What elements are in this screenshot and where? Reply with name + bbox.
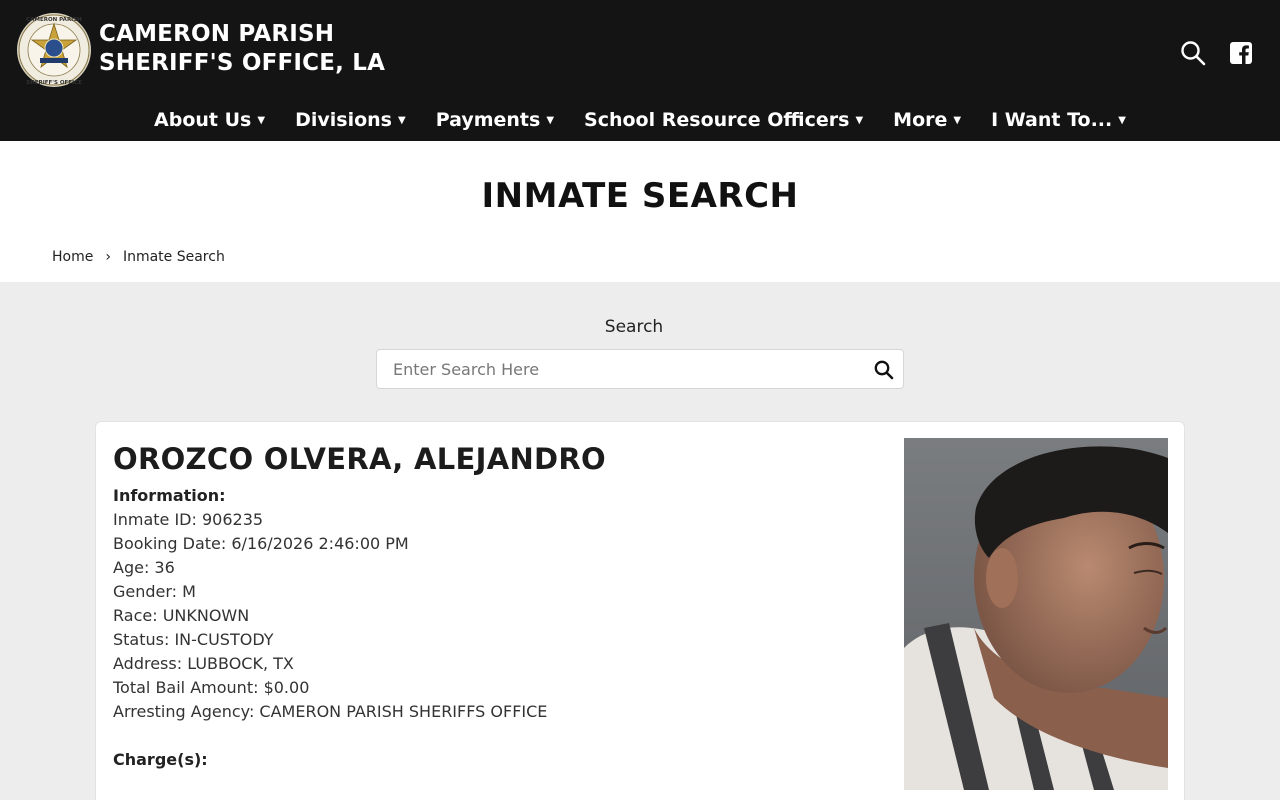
- nav-about-us-label: About Us: [154, 109, 252, 131]
- nav-more[interactable]: More ▼: [878, 104, 976, 136]
- nav-payments[interactable]: Payments ▼: [421, 104, 569, 136]
- arresting-agency: Arresting Agency: CAMERON PARISH SHERIFF…: [113, 702, 548, 721]
- race: Race: UNKNOWN: [113, 606, 250, 625]
- address: Address: LUBBOCK, TX: [113, 654, 294, 673]
- inmate-name: OROZCO OLVERA, ALEJANDRO: [113, 442, 607, 476]
- caret-down-icon: ▼: [855, 114, 864, 126]
- site-title-line2: SHERIFF'S OFFICE, LA: [99, 50, 386, 76]
- nav-divisions-label: Divisions: [295, 109, 392, 131]
- breadcrumb-current: Inmate Search: [122, 249, 225, 265]
- charges-heading: Charge(s):: [113, 750, 208, 769]
- search-input[interactable]: [393, 350, 863, 388]
- inmate-info: Information: Inmate ID: 906235 Booking D…: [113, 484, 547, 772]
- nav-about-us[interactable]: About Us ▼: [139, 104, 280, 136]
- inmate-id: Inmate ID: 906235: [113, 510, 264, 529]
- sheriff-badge-logo[interactable]: CAMERON PARISH SHERIFF'S OFFICE: [16, 12, 92, 88]
- caret-down-icon: ▼: [546, 114, 555, 126]
- search-icon[interactable]: [1180, 40, 1206, 66]
- nav-more-label: More: [893, 109, 948, 131]
- nav-school-resource-officers[interactable]: School Resource Officers ▼: [569, 104, 878, 136]
- search-label: Search: [604, 317, 664, 337]
- site-header: CAMERON PARISH SHERIFF'S OFFICE CAMERON …: [0, 0, 1280, 141]
- total-bail-amount: Total Bail Amount: $0.00: [113, 678, 310, 697]
- nav-divisions[interactable]: Divisions ▼: [280, 104, 421, 136]
- svg-text:SHERIFF'S OFFICE: SHERIFF'S OFFICE: [26, 80, 82, 86]
- chevron-right-icon: ›: [105, 249, 111, 265]
- breadcrumb: Home › Inmate Search: [52, 249, 225, 265]
- page-title: INMATE SEARCH: [481, 176, 799, 216]
- facebook-icon[interactable]: [1228, 40, 1254, 66]
- information-heading: Information:: [113, 486, 226, 505]
- breadcrumb-home-link[interactable]: Home: [52, 249, 93, 265]
- nav-payments-label: Payments: [435, 109, 541, 131]
- nav-school-resource-officers-label: School Resource Officers: [584, 109, 850, 131]
- site-title[interactable]: CAMERON PARISH SHERIFF'S OFFICE, LA: [99, 20, 385, 78]
- nav-i-want-to-label: I Want To...: [991, 109, 1113, 131]
- main-nav: About Us ▼ Divisions ▼ Payments ▼ School Re…: [0, 104, 1280, 136]
- svg-text:CAMERON PARISH: CAMERON PARISH: [26, 17, 82, 23]
- inmate-card: OROZCO OLVERA, ALEJANDRO Information: In…: [95, 421, 1185, 800]
- page-title-band: INMATE SEARCH Home › Inmate Search: [0, 141, 1280, 282]
- gender: Gender: M: [113, 582, 196, 601]
- nav-i-want-to[interactable]: I Want To... ▼: [976, 104, 1141, 136]
- caret-down-icon: ▼: [1118, 114, 1126, 126]
- caret-down-icon: ▼: [257, 114, 266, 126]
- search-box: [376, 349, 904, 389]
- status: Status: IN-CUSTODY: [113, 630, 274, 649]
- caret-down-icon: ▼: [397, 114, 406, 126]
- age: Age: 36: [113, 558, 175, 577]
- booking-date: Booking Date: 6/16/2026 2:46:00 PM: [113, 534, 409, 553]
- inmate-mugshot-photo[interactable]: [904, 438, 1168, 790]
- search-submit-icon[interactable]: [873, 359, 895, 381]
- caret-down-icon: ▼: [953, 114, 962, 126]
- site-title-line1: CAMERON PARISH: [99, 21, 335, 47]
